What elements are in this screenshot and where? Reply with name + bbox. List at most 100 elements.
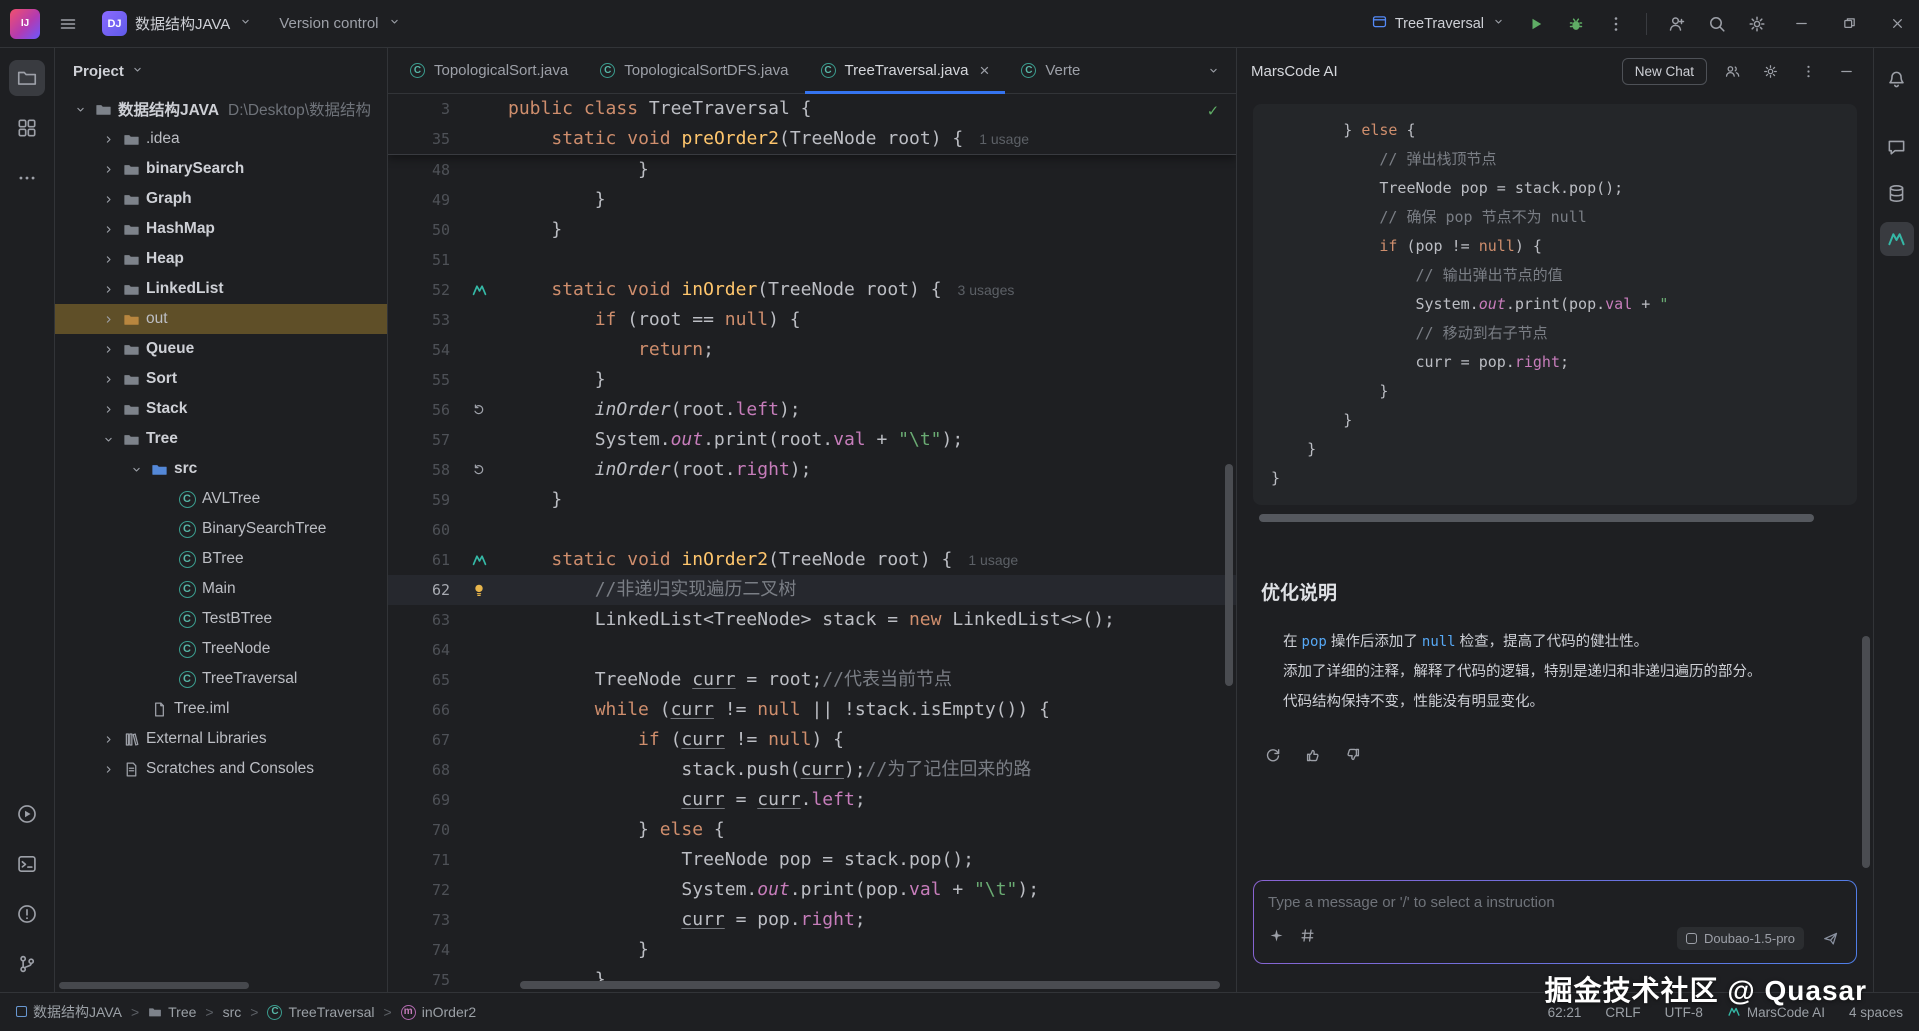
breadcrumb-src[interactable]: src [223, 1004, 242, 1020]
code-line-60[interactable]: 60 [388, 515, 1236, 545]
structure-tool-icon[interactable] [9, 110, 45, 146]
ai-input-box[interactable]: Type a message or '/' to select a instru… [1253, 880, 1857, 964]
code-line-64[interactable]: 64 [388, 635, 1236, 665]
project-tree-item-BinarySearchTree[interactable]: CBinarySearchTree [55, 514, 387, 544]
close-tab-icon[interactable]: × [979, 61, 989, 81]
notifications-bell-icon[interactable] [1880, 62, 1914, 96]
terminal-tool-icon[interactable] [9, 846, 45, 882]
project-tree-item-Queue[interactable]: Queue [55, 334, 387, 364]
tab-list-chevron-down-icon[interactable] [1200, 58, 1226, 84]
project-tree-item-TreeNode[interactable]: CTreeNode [55, 634, 387, 664]
run-tool-icon[interactable] [9, 796, 45, 832]
version-control-widget[interactable]: Version control [269, 9, 411, 38]
marscode-tool-icon[interactable] [1880, 222, 1914, 256]
code-line-66[interactable]: 66 while (curr != null || !stack.isEmpty… [388, 695, 1236, 725]
ai-code-hscrollbar[interactable] [1259, 514, 1814, 522]
editor-vscrollbar[interactable] [1225, 464, 1233, 686]
thumbs-up-icon[interactable] [1301, 743, 1325, 767]
code-with-me-icon[interactable] [1659, 6, 1695, 42]
project-tree-item-Scratches and Consoles[interactable]: Scratches and Consoles [55, 754, 387, 784]
project-tree-item-Heap[interactable]: Heap [55, 244, 387, 274]
close-button[interactable] [1875, 0, 1919, 47]
breadcrumb-TreeTraversal[interactable]: CTreeTraversal [267, 1004, 374, 1020]
hide-panel-icon[interactable] [1833, 58, 1859, 84]
debug-button[interactable] [1558, 6, 1594, 42]
chevron-right-icon[interactable] [97, 732, 119, 747]
usages-inlay[interactable]: 1 usage [968, 552, 1018, 568]
chevron-right-icon[interactable] [97, 282, 119, 297]
chevron-right-icon[interactable] [97, 132, 119, 147]
model-selector[interactable]: Doubao-1.5-pro [1677, 927, 1804, 950]
project-tree-item-Tree.iml[interactable]: Tree.iml [55, 694, 387, 724]
project-tree-item-Stack[interactable]: Stack [55, 394, 387, 424]
code-line-57[interactable]: 57 System.out.print(root.val + "\t"); [388, 425, 1236, 455]
code-line-54[interactable]: 54 return; [388, 335, 1236, 365]
git-branch-icon[interactable] [9, 946, 45, 982]
code-line-35[interactable]: 35 static void preOrder2(TreeNode root) … [388, 124, 1236, 154]
project-widget[interactable]: DJ 数据结构JAVA [92, 6, 263, 41]
mars-gutter-icon[interactable] [450, 282, 508, 299]
more-actions-icon[interactable] [1598, 6, 1634, 42]
project-panel-header[interactable]: Project [55, 48, 387, 94]
code-line-63[interactable]: 63 LinkedList<TreeNode> stack = new Link… [388, 605, 1236, 635]
hamburger-menu-icon[interactable] [50, 6, 86, 42]
code-line-61[interactable]: 61 static void inOrder2(TreeNode root) {… [388, 545, 1236, 575]
minimize-button[interactable] [1779, 0, 1823, 47]
problems-tool-icon[interactable] [9, 896, 45, 932]
chevron-down-icon[interactable] [69, 102, 91, 117]
project-tree-item-数据结构JAVA[interactable]: 数据结构JAVAD:\Desktop\数据结构 [55, 94, 387, 124]
project-tree-item-Sort[interactable]: Sort [55, 364, 387, 394]
chevron-right-icon[interactable] [97, 162, 119, 177]
settings-gear-icon[interactable] [1739, 6, 1775, 42]
ai-settings-gear-icon[interactable] [1757, 58, 1783, 84]
bulb-gutter-icon[interactable] [450, 582, 508, 598]
contacts-icon[interactable] [1719, 58, 1745, 84]
chevron-right-icon[interactable] [97, 402, 119, 417]
code-line-70[interactable]: 70 } else { [388, 815, 1236, 845]
code-line-68[interactable]: 68 stack.push(curr);//为了记住回来的路 [388, 755, 1236, 785]
project-tree-item-External Libraries[interactable]: External Libraries [55, 724, 387, 754]
database-tool-icon[interactable] [1880, 176, 1914, 210]
chevron-right-icon[interactable] [97, 192, 119, 207]
code-line-56[interactable]: 56 inOrder(root.left); [388, 395, 1236, 425]
code-line-67[interactable]: 67 if (curr != null) { [388, 725, 1236, 755]
run-config-widget[interactable]: TreeTraversal [1363, 9, 1514, 38]
breadcrumb-inOrder2[interactable]: minOrder2 [401, 1004, 476, 1020]
code-line-59[interactable]: 59 } [388, 485, 1236, 515]
run-button[interactable] [1518, 6, 1554, 42]
search-everywhere-icon[interactable] [1699, 6, 1735, 42]
thumbs-down-icon[interactable] [1341, 743, 1365, 767]
code-line-69[interactable]: 69 curr = curr.left; [388, 785, 1236, 815]
restore-button[interactable] [1827, 0, 1871, 47]
chevron-right-icon[interactable] [97, 222, 119, 237]
project-tree-item-out[interactable]: out [55, 304, 387, 334]
chevron-right-icon[interactable] [97, 762, 119, 777]
prompt-sparkle-icon[interactable] [1268, 927, 1285, 949]
code-line-53[interactable]: 53 if (root == null) { [388, 305, 1236, 335]
usages-inlay[interactable]: 3 usages [958, 282, 1015, 298]
code-line-73[interactable]: 73 curr = pop.right; [388, 905, 1236, 935]
chevron-right-icon[interactable] [97, 312, 119, 327]
code-line-52[interactable]: 52 static void inOrder(TreeNode root) {3… [388, 275, 1236, 305]
code-line-62[interactable]: 62 //非递归实现遍历二叉树 [388, 575, 1236, 605]
project-tree-item-AVLTree[interactable]: CAVLTree [55, 484, 387, 514]
project-tree-item-TestBTree[interactable]: CTestBTree [55, 604, 387, 634]
ai-input-placeholder[interactable]: Type a message or '/' to select a instru… [1268, 894, 1842, 911]
chevron-down-icon[interactable] [125, 462, 147, 477]
editor-tab-Verte[interactable]: CVerte [1005, 48, 1096, 93]
code-line-74[interactable]: 74 } [388, 935, 1236, 965]
breadcrumb-数据结构JAVA[interactable]: 数据结构JAVA [16, 1002, 122, 1022]
code-line-50[interactable]: 50 } [388, 215, 1236, 245]
code-line-65[interactable]: 65 TreeNode curr = root;//代表当前节点 [388, 665, 1236, 695]
ai-more-icon[interactable] [1795, 58, 1821, 84]
code-line-55[interactable]: 55 } [388, 365, 1236, 395]
editor-tab-TopologicalSortDFS.java[interactable]: CTopologicalSortDFS.java [584, 48, 804, 93]
regenerate-icon[interactable] [1261, 743, 1285, 767]
send-message-icon[interactable] [1818, 926, 1842, 950]
context-hash-icon[interactable] [1299, 927, 1316, 949]
editor-body[interactable]: ✓ 3public class TreeTraversal {35 static… [388, 94, 1236, 992]
project-tree-item-Graph[interactable]: Graph [55, 184, 387, 214]
recur-gutter-icon[interactable] [450, 462, 508, 478]
project-tree-item-src[interactable]: src [55, 454, 387, 484]
inspection-ok-icon[interactable]: ✓ [1208, 96, 1218, 126]
